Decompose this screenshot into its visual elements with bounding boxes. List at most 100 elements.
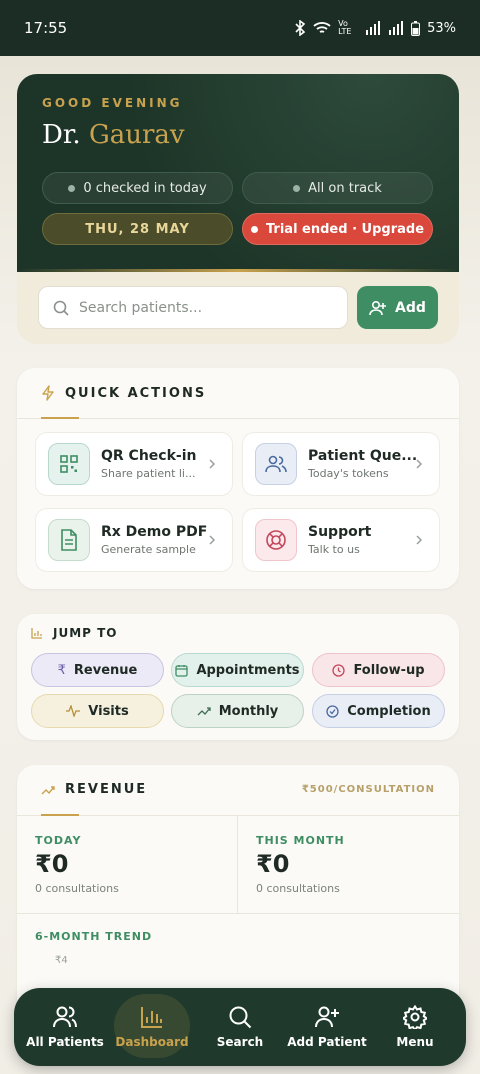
upgrade-button[interactable]: Trial ended · Upgrade <box>242 213 433 245</box>
signal-icon-2 <box>389 21 404 35</box>
divider <box>17 417 459 419</box>
date-text: THU, 28 MAY <box>85 221 190 237</box>
status-icons: Vo LTE 53% <box>294 20 456 36</box>
chip-completion[interactable]: Completion <box>312 694 445 728</box>
tile-subtitle: Generate sample <box>101 543 196 556</box>
nav-label: All Patients <box>26 1035 104 1049</box>
chip-label: Completion <box>347 703 431 719</box>
battery-level: 53% <box>427 20 456 36</box>
qr-checkin-tile[interactable]: QR Check-in Share patient li... <box>35 432 233 496</box>
track-status-pill[interactable]: All on track <box>242 172 433 204</box>
chip-label: Visits <box>88 703 129 719</box>
quick-actions-label: QUICK ACTIONS <box>65 385 207 401</box>
greeting-label: GOOD EVENING <box>42 96 183 110</box>
divider <box>17 814 459 816</box>
bottom-nav: All Patients Dashboard Search Add Patien… <box>14 988 466 1066</box>
chip-follow-up[interactable]: Follow-up <box>312 653 445 687</box>
network-label: Vo LTE <box>338 19 352 36</box>
nav-label: Menu <box>396 1035 434 1049</box>
calendar-icon <box>175 664 189 677</box>
tile-title: Support <box>308 524 372 540</box>
chip-visits[interactable]: Visits <box>31 694 164 728</box>
track-status-text: All on track <box>308 180 382 196</box>
checkin-status-pill[interactable]: 0 checked in today <box>42 172 233 204</box>
add-patient-button[interactable]: Add <box>357 286 438 329</box>
doctor-name: Dr. Gaurav <box>42 120 185 150</box>
check-circle-icon <box>326 704 339 718</box>
tile-title: Patient Que... <box>308 448 418 464</box>
name-prefix: Dr. <box>42 120 81 150</box>
add-user-icon <box>369 300 387 315</box>
tile-title: QR Check-in <box>101 448 197 464</box>
date-pill: THU, 28 MAY <box>42 213 233 245</box>
support-tile[interactable]: Support Talk to us <box>242 508 440 572</box>
search-placeholder: Search patients... <box>79 299 203 316</box>
tile-title: Rx Demo PDF <box>101 524 208 540</box>
today-value: ₹0 <box>35 850 69 878</box>
consultation-rate: ₹500/CONSULTATION <box>301 784 435 795</box>
search-icon <box>53 300 69 316</box>
wifi-icon <box>313 22 331 33</box>
clock-icon <box>332 663 346 677</box>
status-bar: 17:55 Vo LTE 53% <box>0 0 480 56</box>
lightning-icon <box>42 385 54 401</box>
nav-menu[interactable]: Menu <box>370 988 460 1066</box>
chevron-right-icon <box>416 459 423 469</box>
users-icon <box>53 1006 77 1028</box>
stats-bottom-divider <box>17 913 459 914</box>
nav-dashboard[interactable]: Dashboard <box>107 988 197 1066</box>
chip-monthly[interactable]: Monthly <box>171 694 304 728</box>
tile-subtitle: Today's tokens <box>308 467 389 480</box>
search-icon <box>229 1006 252 1029</box>
chevron-right-icon <box>209 459 216 469</box>
gear-icon <box>403 1005 427 1029</box>
upgrade-text: Trial ended · Upgrade <box>265 221 425 237</box>
nav-label: Search <box>216 1035 264 1049</box>
chevron-right-icon <box>416 535 423 545</box>
search-input[interactable]: Search patients... <box>38 286 348 329</box>
trend-up-icon <box>41 785 55 794</box>
qr-code-icon <box>48 443 90 485</box>
chip-label: Monthly <box>218 703 279 719</box>
chip-label: Appointments <box>196 662 300 678</box>
chip-appointments[interactable]: Appointments <box>171 653 304 687</box>
status-time: 17:55 <box>24 19 68 37</box>
today-label: TODAY <box>35 834 82 847</box>
tile-subtitle: Share patient li... <box>101 467 196 480</box>
bar-chart-icon <box>31 628 42 639</box>
rx-demo-pdf-tile[interactable]: Rx Demo PDF Generate sample <box>35 508 233 572</box>
nav-label: Add Patient <box>287 1035 367 1049</box>
rupee-icon: ₹ <box>57 662 66 678</box>
name-highlight: Gaurav <box>88 120 185 150</box>
signal-icon <box>366 21 381 35</box>
month-consultations: 0 consultations <box>256 882 340 895</box>
trend-axis-tick: ₹4 <box>55 955 68 966</box>
patient-queue-tile[interactable]: Patient Que... Today's tokens <box>242 432 440 496</box>
add-button-label: Add <box>395 299 426 316</box>
pulse-icon <box>66 705 81 717</box>
revenue-title: REVENUE <box>41 782 147 797</box>
nav-search[interactable]: Search <box>195 988 285 1066</box>
chevron-right-icon <box>209 535 216 545</box>
revenue-label: REVENUE <box>65 782 148 797</box>
trend-up-icon <box>197 707 211 716</box>
chip-revenue[interactable]: ₹ Revenue <box>31 653 164 687</box>
bluetooth-icon <box>295 20 306 36</box>
today-consultations: 0 consultations <box>35 882 119 895</box>
checkin-status-text: 0 checked in today <box>83 180 207 196</box>
nav-label: Dashboard <box>115 1035 189 1049</box>
jump-to-title: JUMP TO <box>31 626 118 640</box>
greeting-banner: GOOD EVENING Dr. Gaurav 0 checked in tod… <box>17 74 459 272</box>
bar-chart-icon <box>141 1007 162 1028</box>
jump-to-label: JUMP TO <box>53 626 118 640</box>
stats-divider <box>237 815 238 913</box>
lifebuoy-icon <box>255 519 297 561</box>
tile-subtitle: Talk to us <box>308 543 360 556</box>
document-icon <box>48 519 90 561</box>
nav-add-patient[interactable]: Add Patient <box>282 988 372 1066</box>
nav-all-patients[interactable]: All Patients <box>20 988 110 1066</box>
month-value: ₹0 <box>256 850 290 878</box>
jump-to-card: JUMP TO ₹ Revenue Appointments Follow-up … <box>17 614 459 740</box>
alert-dot <box>250 225 258 233</box>
trend-label: 6-MONTH TREND <box>35 930 153 943</box>
